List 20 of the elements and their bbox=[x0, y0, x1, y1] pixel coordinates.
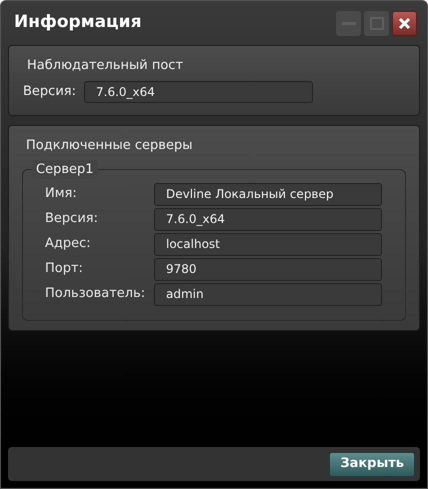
close-icon bbox=[398, 16, 411, 30]
field-label: Адрес: bbox=[44, 235, 92, 254]
group-title: Сервер1 bbox=[32, 160, 98, 179]
field-label: Имя: bbox=[44, 185, 78, 204]
close-dialog-button[interactable]: Закрыть bbox=[329, 452, 415, 476]
close-button[interactable] bbox=[392, 10, 417, 36]
field-label: Версия: bbox=[22, 82, 77, 101]
panel-title: Наблюдательный пост bbox=[26, 57, 184, 75]
field-label: Пользователь: bbox=[44, 285, 146, 304]
panel-title: Подключенные серверы bbox=[25, 137, 194, 155]
value-field[interactable]: Devline Локальный сервер bbox=[154, 182, 382, 206]
window-title: Информация bbox=[14, 11, 142, 34]
minimize-button[interactable] bbox=[336, 10, 361, 36]
value-field[interactable]: 7.6.0_x64 bbox=[154, 208, 382, 230]
value-field[interactable]: localhost bbox=[154, 232, 382, 256]
version-field[interactable]: 7.6.0_x64 bbox=[84, 80, 313, 102]
value-field[interactable]: admin bbox=[154, 282, 382, 306]
value-field[interactable]: 9780 bbox=[154, 258, 382, 280]
field-label: Порт: bbox=[44, 260, 84, 278]
field-label: Версия: bbox=[44, 210, 99, 228]
